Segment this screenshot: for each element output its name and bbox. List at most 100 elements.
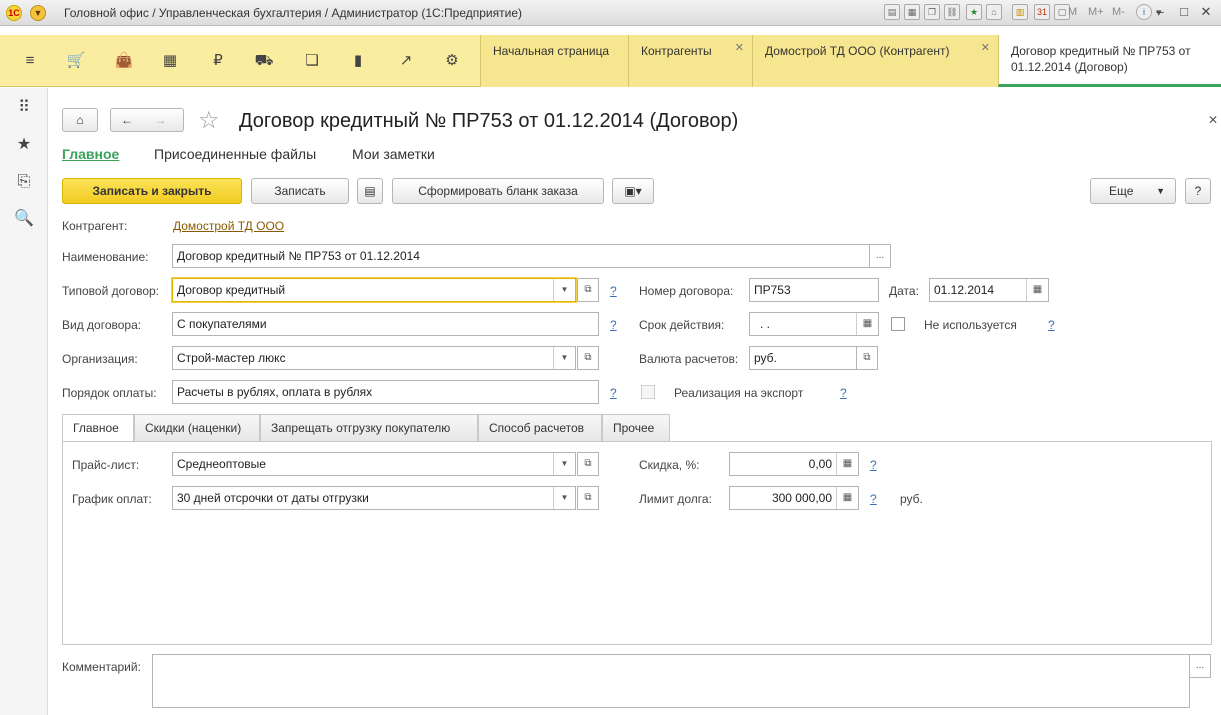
chevron-down-icon[interactable]: ▼ [553,453,575,475]
validity-field[interactable]: . . ▦ [749,312,879,336]
comment-field[interactable] [152,654,1190,708]
close-window-icon[interactable]: ✕ [1198,4,1214,20]
bag-icon[interactable]: 👜 [114,51,134,71]
save-and-close-button[interactable]: Записать и закрыть [62,178,242,204]
home-page-icon[interactable]: ⌂ [986,4,1002,20]
currency-field[interactable]: руб. [749,346,857,370]
create-order-form-button[interactable]: Сформировать бланк заказа [392,178,604,204]
calculator-icon[interactable]: ▦ [836,453,858,475]
comment-expand-button[interactable]: ... [1189,654,1211,678]
save-button[interactable]: Записать [251,178,349,204]
copy-icon[interactable]: ❐ [924,4,940,20]
favorites-star-icon[interactable]: ★ [14,135,34,155]
warehouse-icon[interactable]: ▦ [160,51,180,71]
tab-settlement-method[interactable]: Способ расчетов [478,414,602,442]
discount-field[interactable]: 0,00 ▦ [729,452,859,476]
kind-label: Вид договора: [62,318,142,332]
price-list-field[interactable]: Среднеоптовые ▼ [172,452,576,476]
main-menu-icon[interactable]: ▼ [30,5,46,21]
kind-help[interactable]: ? [610,318,617,332]
name-field[interactable]: Договор кредитный № ПР753 от 01.12.2014 [172,244,870,268]
tab-counterparty-card[interactable]: Домострой ТД ООО (Контрагент) ✕ [752,35,998,87]
info-icon[interactable]: i [1136,4,1152,20]
organization-open-button[interactable]: ⧉ [577,346,599,370]
tab-counterparties[interactable]: Контрагенты ✕ [628,35,752,87]
template-field[interactable]: Договор кредитный ▼ [172,278,576,302]
print-icon[interactable]: ▤ [884,4,900,20]
tab-contract-active[interactable]: Договор кредитный № ПР753 от 01.12.2014 … [998,35,1221,87]
calculator-icon[interactable]: ▦ [836,487,858,509]
memory-button[interactable]: M [1068,6,1077,18]
payment-schedule-open-button[interactable]: ⧉ [577,486,599,510]
counterparty-link[interactable]: Домострой ТД ООО [173,219,284,233]
export-checkbox[interactable] [641,385,655,399]
chevron-down-icon[interactable]: ▼ [553,487,575,509]
nav-attached-files[interactable]: Присоединенные файлы [154,146,316,162]
chevron-down-icon[interactable]: ▼ [553,347,575,369]
ruble-icon[interactable]: ₽ [208,51,228,71]
report-list-icon[interactable]: ▤ [357,178,383,204]
maximize-icon[interactable]: □ [1176,4,1192,20]
tab-other[interactable]: Прочее [602,414,670,442]
name-label: Наименование: [62,250,149,264]
preview-icon[interactable]: ▦ [904,4,920,20]
all-functions-grid-icon[interactable]: ⠿ [14,98,34,118]
more-button[interactable]: Еще ▼ [1090,178,1176,204]
memory-plus-button[interactable]: M+ [1088,6,1104,18]
calendar-icon[interactable]: ▦ [1026,279,1048,301]
memory-minus-button[interactable]: M- [1112,6,1125,18]
payment-order-field[interactable]: Расчеты в рублях, оплата в рублях [172,380,599,404]
help-button[interactable]: ? [1185,178,1211,204]
payment-schedule-field[interactable]: 30 дней отсрочки от даты отгрузки ▼ [172,486,576,510]
name-select-button[interactable]: ... [869,244,891,268]
debt-limit-help[interactable]: ? [870,492,877,506]
cart-icon[interactable]: 🛒 [66,51,86,71]
calculator-icon[interactable]: ▥ [1012,4,1028,20]
number-value: ПР753 [754,283,791,297]
close-icon[interactable]: ✕ [735,41,744,54]
number-field[interactable]: ПР753 [749,278,879,302]
hamburger-menu-icon[interactable]: ≡ [20,51,40,71]
payment-order-help[interactable]: ? [610,386,617,400]
trend-icon[interactable]: ↗ [396,51,416,71]
not-used-checkbox[interactable] [891,317,905,331]
close-icon[interactable]: ✕ [981,41,990,54]
calendar-icon[interactable]: ▦ [856,313,878,335]
link-icon[interactable]: ⛓ [944,4,960,20]
date-field[interactable]: 01.12.2014 ▦ [929,278,1049,302]
calendar-icon[interactable]: 31 [1034,4,1050,20]
settings-gear-icon[interactable]: ⚙ [442,51,462,71]
back-arrow-icon[interactable]: ← [121,113,133,127]
not-used-help[interactable]: ? [1048,318,1055,332]
tab-home-page[interactable]: Начальная страница [480,35,628,87]
contract-form: ⌂ ← → ☆ Договор кредитный № ПР753 от 01.… [48,88,1221,715]
history-icon[interactable]: ⎘ [14,172,34,192]
truck-icon[interactable]: ⛟ [254,51,274,71]
print-menu-icon[interactable]: ▣▾ [612,178,654,204]
tab-discounts[interactable]: Скидки (наценки) [134,414,260,442]
nav-my-notes[interactable]: Мои заметки [352,146,435,162]
template-open-button[interactable]: ⧉ [577,278,599,302]
chevron-down-icon[interactable]: ▼ [553,279,575,301]
template-help[interactable]: ? [610,284,617,298]
forward-arrow-icon[interactable]: → [154,113,166,127]
discount-help[interactable]: ? [870,458,877,472]
favorite-add-icon[interactable]: ★ [966,4,982,20]
currency-open-button[interactable]: ⧉ [856,346,878,370]
kind-field[interactable]: С покупателями [172,312,599,336]
export-label: Реализация на экспорт [674,386,804,400]
tab-shipment-ban[interactable]: Запрещать отгрузку покупателю [260,414,478,442]
home-button[interactable]: ⌂ [62,108,98,132]
close-form-icon[interactable]: ✕ [1208,113,1218,127]
price-list-open-button[interactable]: ⧉ [577,452,599,476]
minimize-icon[interactable]: – [1152,4,1168,20]
debt-limit-field[interactable]: 300 000,00 ▦ [729,486,859,510]
bar-chart-icon[interactable]: ▮ [348,51,368,71]
favorite-star-icon[interactable]: ☆ [198,106,220,135]
tab-main[interactable]: Главное [62,414,134,443]
organization-field[interactable]: Строй-мастер люкс ▼ [172,346,576,370]
documents-icon[interactable]: ❏ [302,51,322,71]
export-help[interactable]: ? [840,386,847,400]
search-icon[interactable]: 🔍 [14,209,34,229]
nav-main[interactable]: Главное [62,146,119,162]
